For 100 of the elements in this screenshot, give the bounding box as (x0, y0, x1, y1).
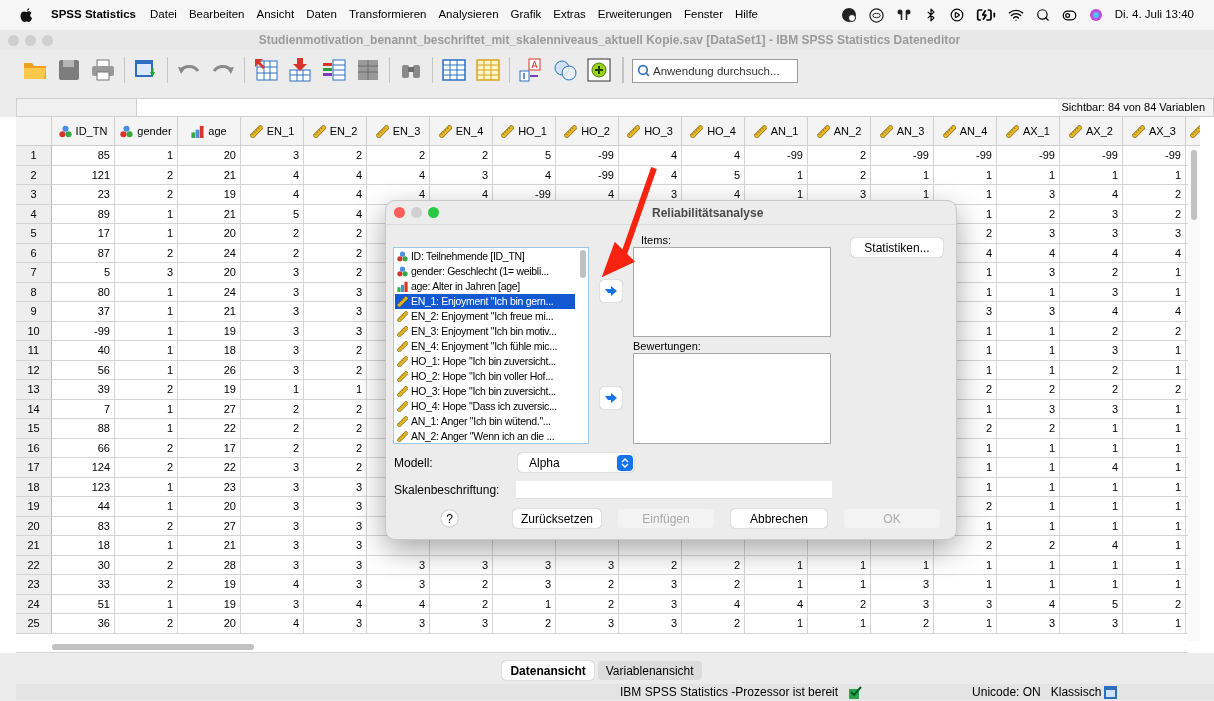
column-header[interactable]: EN_2 (304, 117, 367, 145)
plus-icon[interactable] (586, 57, 612, 83)
column-header[interactable]: AX_1 (997, 117, 1060, 145)
menu-item[interactable]: Erweiterungen (597, 6, 672, 24)
table-arrow-icon[interactable] (253, 57, 279, 83)
badge-circle-icon[interactable] (840, 7, 857, 23)
close-button[interactable] (394, 207, 405, 218)
variable-item[interactable]: ID: Teilnehmende [ID_TN] (395, 249, 575, 264)
variable-item[interactable]: HO_4: Hope "Dass ich zuversic... (395, 399, 575, 414)
menu-item[interactable]: Grafik (510, 6, 542, 24)
move-button[interactable] (600, 280, 622, 302)
column-header[interactable]: AX_2 (1060, 117, 1123, 145)
menu-item[interactable]: Ansicht (256, 6, 295, 24)
row-number[interactable]: 13 (16, 380, 52, 399)
color-circle-icon[interactable] (1088, 8, 1103, 22)
search-field[interactable]: Anwendung durchsuch... (632, 59, 798, 83)
variable-item[interactable]: EN_4: Enjoyment "Ich fühle mic... (395, 339, 575, 354)
table-down-arrow-icon[interactable] (287, 57, 313, 83)
dialog-button[interactable]: Abbrechen (731, 509, 827, 528)
earbuds-icon[interactable] (895, 8, 912, 22)
app-menu[interactable]: SPSS Statistics (51, 6, 136, 24)
table-cell: -99 (1060, 146, 1123, 165)
row-number[interactable]: 1 (16, 146, 52, 165)
menu-item[interactable]: Analysieren (438, 6, 499, 24)
column-header[interactable]: AN_2 (808, 117, 871, 145)
menu-item[interactable]: Fenster (683, 6, 723, 24)
split-table-icon[interactable] (355, 57, 381, 83)
menu-item[interactable]: Extras (553, 6, 586, 24)
menu-item[interactable]: Datei (150, 6, 177, 24)
variable-item[interactable]: EN_2: Enjoyment "Ich freue mi... (395, 309, 575, 324)
column-header[interactable]: AX_3 (1123, 117, 1186, 145)
column-header[interactable]: AN_3 (871, 117, 934, 145)
column-header[interactable]: HO_1 (493, 117, 556, 145)
printer-icon[interactable] (90, 57, 116, 83)
items-list[interactable] (633, 247, 831, 337)
table-cell: 4 (682, 146, 745, 165)
variable-item[interactable]: HO_2: Hope "Ich bin voller Hof... (395, 369, 575, 384)
row-number[interactable]: 21 (16, 536, 52, 555)
column-header[interactable]: EN_1 (241, 117, 304, 145)
column-header[interactable]: EN_3 (367, 117, 430, 145)
variable-item[interactable]: AN_2: Anger "Wenn ich an die ... (395, 429, 575, 443)
variables-icon[interactable] (321, 57, 347, 83)
menu-item[interactable]: Transformieren (348, 6, 427, 24)
variable-list[interactable] (393, 247, 589, 444)
zoom-button[interactable] (428, 207, 439, 218)
scrollbar[interactable] (580, 250, 586, 278)
model-select[interactable]: Alpha (518, 453, 634, 472)
row-number[interactable]: 23 (16, 575, 52, 594)
grid-icon[interactable] (441, 57, 467, 83)
row-number[interactable]: 9 (16, 302, 52, 321)
row-number[interactable]: 17 (16, 458, 52, 477)
variable-item[interactable]: age: Alter in Jahren [age] (395, 279, 575, 294)
row-number[interactable]: 7 (16, 263, 52, 282)
table-cell: 89 (52, 204, 115, 223)
row-number[interactable]: 15 (16, 419, 52, 438)
vertical-scrollbar[interactable] (1188, 146, 1200, 641)
row-number[interactable]: 19 (16, 497, 52, 516)
ratings-list[interactable] (633, 353, 831, 444)
column-header[interactable]: HO_4 (682, 117, 745, 145)
eye-circle-icon[interactable] (868, 7, 884, 23)
variable-item[interactable]: gender: Geschlecht (1= weibli... (395, 264, 575, 279)
value-labels-icon[interactable] (518, 57, 544, 83)
column-header[interactable]: HO_3 (619, 117, 682, 145)
move-button[interactable] (600, 387, 622, 409)
view-tab[interactable]: Variablenansicht (597, 661, 702, 680)
column-header[interactable]: EN_4 (430, 117, 493, 145)
column-header[interactable]: ID_TN (52, 117, 115, 145)
statistics-button[interactable]: Statistiken... (851, 238, 943, 257)
scale-label-field[interactable] (516, 480, 832, 499)
variable-item[interactable]: EN_1: Enjoyment "Ich bin gern... (395, 294, 575, 309)
menu-item[interactable]: Daten (306, 6, 337, 24)
row-number[interactable]: 3 (16, 185, 52, 204)
column-header[interactable]: gender (115, 117, 178, 145)
column-header[interactable]: age (178, 117, 241, 145)
apple-icon[interactable] (20, 7, 33, 23)
cell-name-field[interactable] (17, 99, 137, 116)
row-number[interactable]: 11 (16, 341, 52, 360)
column-header[interactable]: HO_2 (556, 117, 619, 145)
clock[interactable]: Di. 4. Juli 13:40 (1114, 6, 1194, 24)
column-header[interactable]: AN_4 (934, 117, 997, 145)
row-number[interactable]: 5 (16, 224, 52, 243)
variable-item[interactable]: AN_1: Anger "Ich bin wütend."... (395, 414, 575, 429)
table-cell: 3 (304, 497, 367, 516)
play-icon[interactable] (949, 8, 964, 22)
search-icon[interactable] (1035, 8, 1050, 22)
help-button[interactable]: ? (441, 510, 458, 527)
view-tab[interactable]: Datenansicht (502, 661, 594, 680)
menu-item[interactable]: Bearbeiten (188, 6, 245, 24)
table-cell: 1 (1060, 516, 1123, 535)
circles-icon[interactable] (552, 57, 578, 83)
variable-item[interactable]: HO_3: Hope "Ich bin zuversicht... (395, 384, 575, 399)
dialog-button[interactable]: Zurücksetzen (513, 509, 601, 528)
control-center-icon[interactable] (1061, 7, 1077, 23)
row-number[interactable]: 25 (16, 614, 52, 633)
variable-item[interactable]: EN_3: Enjoyment "Ich bin motiv... (395, 324, 575, 339)
variable-item[interactable]: HO_1: Hope "Ich bin zuversicht... (395, 354, 575, 369)
wifi-icon[interactable] (1007, 7, 1024, 23)
grid-highlight-icon[interactable] (475, 57, 501, 83)
menu-item[interactable]: Hilfe (734, 6, 758, 24)
column-header[interactable]: AN_1 (745, 117, 808, 145)
